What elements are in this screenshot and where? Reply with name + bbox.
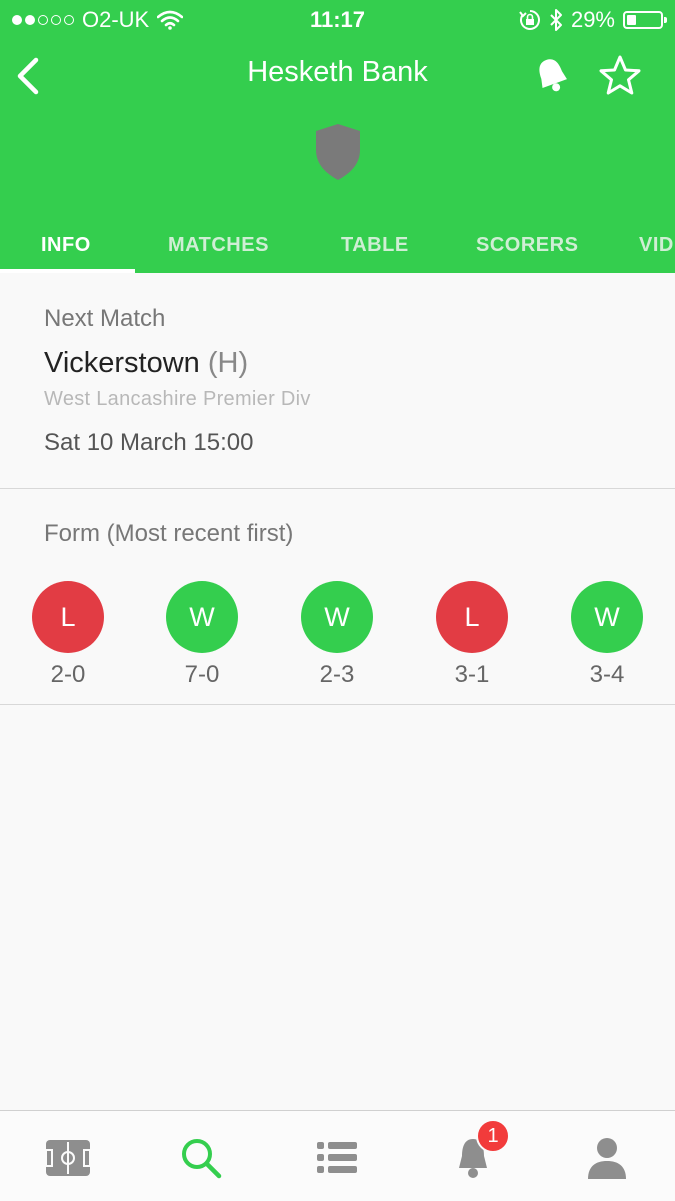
bluetooth-icon xyxy=(550,9,562,31)
search-icon xyxy=(182,1139,222,1179)
star-icon xyxy=(599,55,641,95)
next-match-venue: (H) xyxy=(207,347,249,379)
notifications-toggle-button[interactable] xyxy=(530,54,574,98)
form-result-item[interactable]: W 2-3 xyxy=(301,581,373,688)
form-result-item[interactable]: L 3-1 xyxy=(436,581,508,688)
form-result-badge: W xyxy=(301,581,373,653)
form-result-score: 3-4 xyxy=(589,661,625,688)
tab-scorers[interactable]: SCORERS xyxy=(476,234,578,257)
form-result-badge: L xyxy=(32,581,104,653)
list-icon xyxy=(317,1142,357,1173)
bottom-nav-competitions[interactable] xyxy=(312,1133,362,1183)
bottom-nav-matches[interactable] xyxy=(43,1133,93,1183)
form-result-badge: L xyxy=(436,581,508,653)
battery-percentage: 29% xyxy=(570,7,615,32)
form-section: Form (Most recent first) L 2-0 W 7-0 W 2… xyxy=(0,489,675,705)
next-match-datetime: Sat 10 March 15:00 xyxy=(44,429,254,456)
form-result-score: 2-3 xyxy=(319,661,355,688)
form-heading: Form (Most recent first) xyxy=(44,520,294,547)
profile-icon xyxy=(588,1138,626,1179)
tab-table[interactable]: TABLE xyxy=(341,234,409,257)
status-bar-right: 29% xyxy=(519,7,667,33)
tab-matches[interactable]: MATCHES xyxy=(168,234,269,257)
status-bar: O2-UK 11:17 29% xyxy=(0,0,675,38)
next-match-competition: West Lancashire Premier Div xyxy=(44,388,311,410)
tab-info[interactable]: INFO xyxy=(41,234,91,257)
next-match-opponent-line: Vickerstown (H) xyxy=(44,347,248,380)
form-result-score: 7-0 xyxy=(184,661,220,688)
bottom-tab-bar: 1 xyxy=(0,1110,675,1201)
form-result-item[interactable]: W 7-0 xyxy=(166,581,238,688)
form-result-score: 2-0 xyxy=(50,661,86,688)
form-result-badge: W xyxy=(571,581,643,653)
form-result-item[interactable]: W 3-4 xyxy=(571,581,643,688)
battery-level-fill xyxy=(627,15,637,25)
battery-icon xyxy=(623,11,667,29)
rotation-lock-icon xyxy=(519,10,540,30)
favourite-button[interactable] xyxy=(597,54,643,98)
team-header: O2-UK 11:17 29% Hesketh Bank INFO MATCHE… xyxy=(0,0,675,273)
team-crest-shield-icon xyxy=(310,122,366,182)
next-match-heading: Next Match xyxy=(44,305,166,332)
form-result-score: 3-1 xyxy=(454,661,490,688)
bottom-nav-notifications[interactable]: 1 xyxy=(448,1119,510,1183)
bell-icon xyxy=(539,59,567,92)
bottom-nav-profile[interactable] xyxy=(582,1133,632,1183)
next-match-opponent: Vickerstown xyxy=(44,347,200,379)
tab-videos[interactable]: VID xyxy=(639,234,674,257)
notification-count-badge: 1 xyxy=(476,1119,510,1153)
pitch-icon xyxy=(45,1140,91,1176)
bottom-nav-search[interactable] xyxy=(176,1133,226,1183)
next-match-section[interactable]: Next Match Vickerstown (H) West Lancashi… xyxy=(0,273,675,489)
form-result-badge: W xyxy=(166,581,238,653)
team-tabs: INFO MATCHES TABLE SCORERS VID xyxy=(0,214,675,273)
form-result-item[interactable]: L 2-0 xyxy=(32,581,104,688)
